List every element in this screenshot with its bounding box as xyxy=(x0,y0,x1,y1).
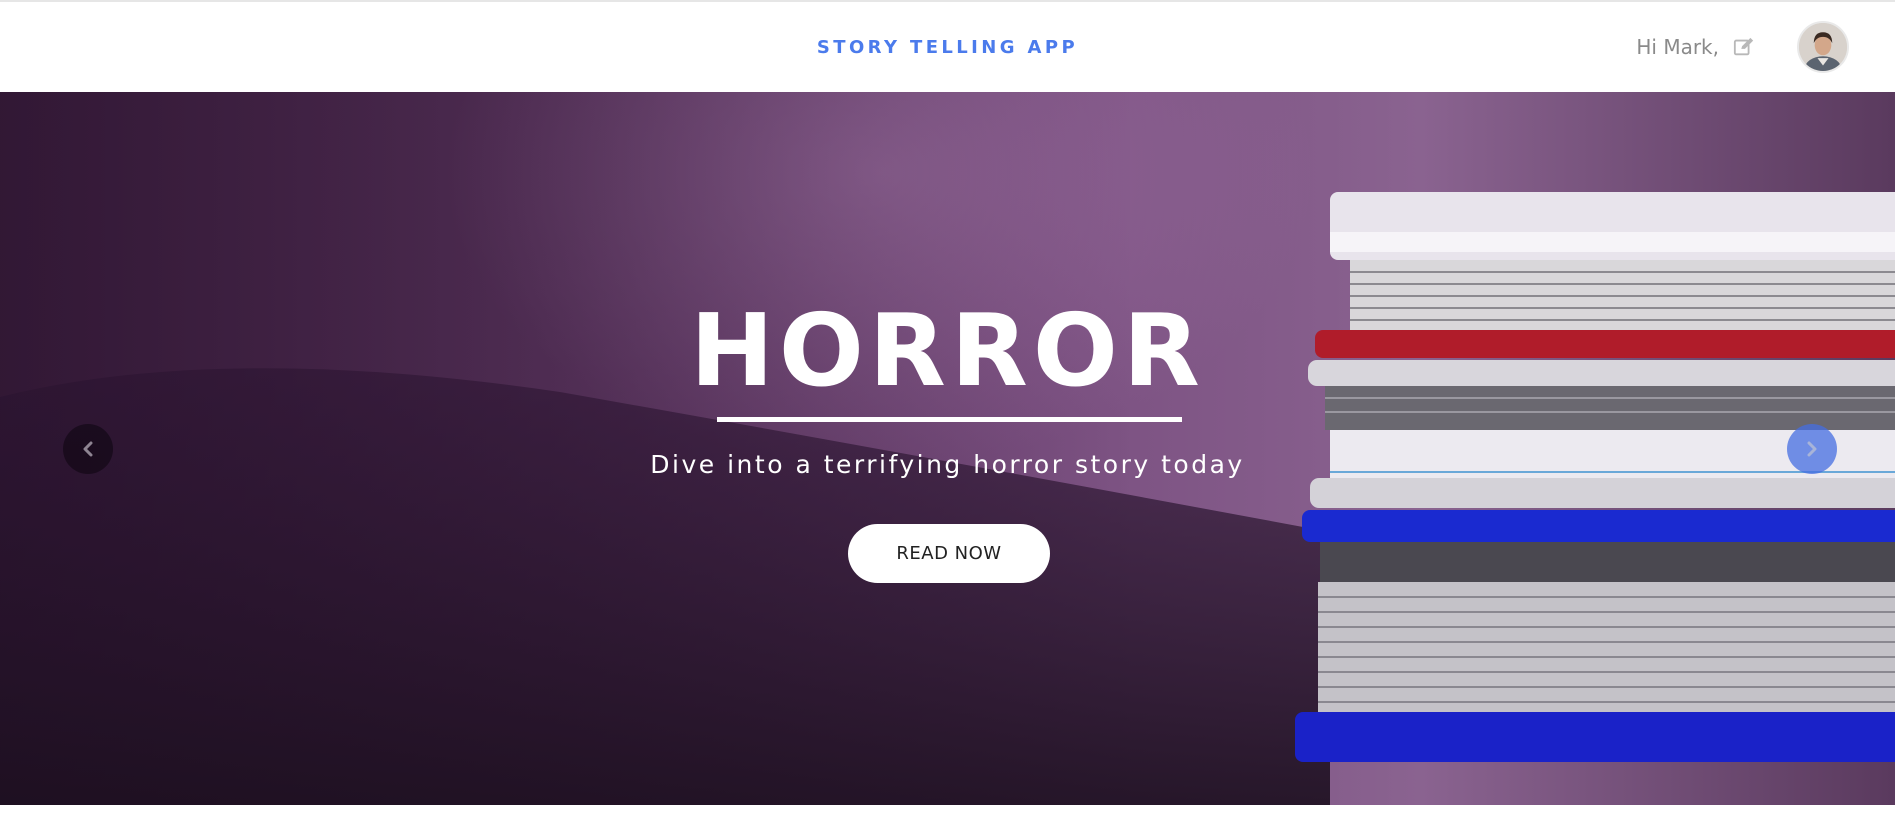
hero-background-shading xyxy=(0,92,1895,805)
user-greeting: Hi Mark, xyxy=(1636,35,1719,59)
read-now-button[interactable]: READ NOW xyxy=(848,524,1050,583)
carousel-prev-button[interactable] xyxy=(63,424,113,474)
hero-content: HORROR Dive into a terrifying horror sto… xyxy=(0,92,1895,805)
hero-subtitle: Dive into a terrifying horror story toda… xyxy=(650,450,1245,479)
app-brand-title[interactable]: STORY TELLING APP xyxy=(817,37,1078,58)
chevron-left-icon xyxy=(83,441,93,457)
edit-icon[interactable] xyxy=(1733,36,1755,58)
user-avatar[interactable] xyxy=(1797,21,1849,73)
brand-container: STORY TELLING APP xyxy=(0,2,1895,92)
carousel-next-button[interactable] xyxy=(1787,424,1837,474)
chevron-right-icon xyxy=(1807,441,1817,457)
hero-title-underline xyxy=(717,417,1182,422)
user-area: Hi Mark, xyxy=(1636,2,1849,92)
app-header: STORY TELLING APP Hi Mark, xyxy=(0,2,1895,92)
book-stack-image xyxy=(1295,192,1895,762)
hero-title: HORROR xyxy=(690,292,1205,409)
hero-carousel: HORROR Dive into a terrifying horror sto… xyxy=(0,92,1895,805)
